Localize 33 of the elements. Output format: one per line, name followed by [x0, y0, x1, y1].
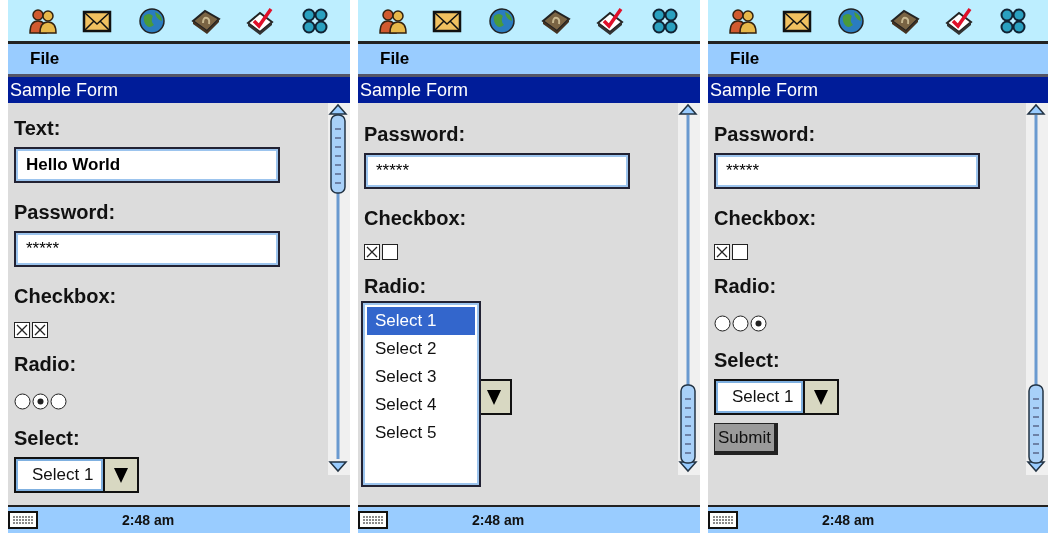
clock: 2:48 am: [822, 510, 875, 530]
field-label: Password:: [14, 201, 116, 223]
field-label: Password:: [714, 123, 816, 145]
field-label: Text:: [14, 117, 61, 139]
form-title: Sample Form: [8, 77, 350, 103]
select-field[interactable]: Select 1: [714, 379, 840, 415]
dropdown-option[interactable]: Select 2: [367, 335, 475, 363]
submit-button[interactable]: Submit: [714, 423, 778, 455]
field-label: Select:: [714, 349, 780, 371]
field-label: Radio:: [14, 353, 77, 375]
dropdown-option[interactable]: Select 3: [367, 363, 475, 391]
clock: 2:48 am: [472, 510, 525, 530]
field-label: Radio:: [364, 275, 427, 297]
text-field[interactable]: Hello World: [14, 147, 280, 183]
dropdown-option[interactable]: Select 5: [367, 419, 475, 447]
menu-item[interactable]: File: [730, 46, 760, 72]
dropdown-option[interactable]: Select 1: [367, 307, 475, 335]
field-label: Checkbox:: [14, 285, 117, 307]
dropdown-option[interactable]: Select 4: [367, 391, 475, 419]
form-title: Sample Form: [358, 77, 700, 103]
form-title: Sample Form: [708, 77, 1048, 103]
clock: 2:48 am: [122, 510, 175, 530]
password-field[interactable]: *****: [714, 153, 980, 189]
password-field[interactable]: *****: [364, 153, 630, 189]
field-label: Password:: [364, 123, 466, 145]
field-label: Select:: [14, 427, 80, 449]
field-label: Checkbox:: [714, 207, 817, 229]
select-field[interactable]: Select 1: [14, 457, 140, 493]
password-field[interactable]: *****: [14, 231, 280, 267]
field-label: Radio:: [714, 275, 777, 297]
field-label: Checkbox:: [364, 207, 467, 229]
menu-item[interactable]: File: [30, 46, 60, 72]
menu-item[interactable]: File: [380, 46, 410, 72]
